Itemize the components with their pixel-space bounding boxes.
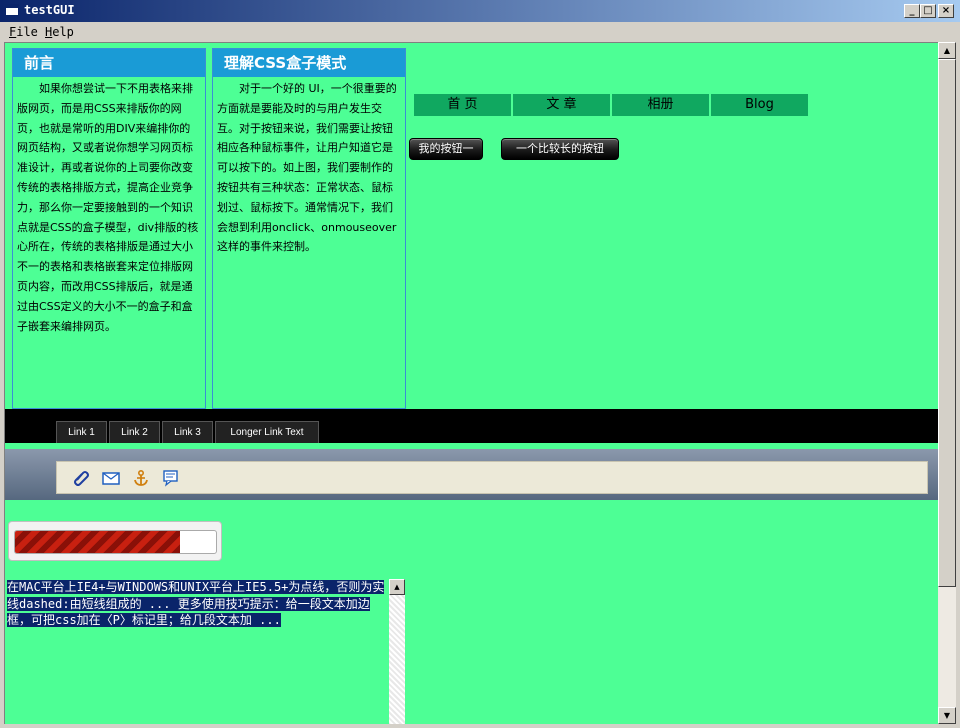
paperclip-icon[interactable] — [72, 469, 90, 487]
scroll-thumb[interactable] — [938, 59, 956, 587]
menu-bar: File Help — [0, 22, 960, 42]
comment-icon[interactable] — [162, 469, 180, 487]
tab-link-1[interactable]: Link 1 — [56, 421, 107, 443]
panel-title: 前言 — [13, 49, 205, 77]
app-window-icon — [5, 4, 19, 16]
client-area: 前言 如果你想尝试一下不用表格来排版网页，而是用CSS来排版你的网页，也就是常听… — [4, 42, 938, 724]
toolbar-strip — [5, 446, 938, 500]
window-title: testGUI — [24, 3, 75, 17]
tab-link-2[interactable]: Link 2 — [109, 421, 160, 443]
tab-bar: Link 1 Link 2 Link 3 Longer Link Text — [5, 409, 938, 443]
panel-body: 对于一个好的 UI，一个很重要的方面就是要能及时的与用户发生交互。对于按钮来说，… — [217, 82, 397, 254]
menu-file[interactable]: File — [9, 25, 38, 39]
panel-title: 理解CSS盒子模式 — [213, 49, 405, 77]
menu-help[interactable]: Help — [45, 25, 74, 39]
nav-blog[interactable]: Blog — [711, 94, 808, 116]
tab-longer-link[interactable]: Longer Link Text — [215, 421, 319, 443]
scroll-up-button[interactable]: ▲ — [938, 42, 956, 59]
nav-album[interactable]: 相册 — [612, 94, 709, 116]
mail-icon[interactable] — [102, 469, 120, 487]
my-button-one[interactable]: 我的按钮一 — [409, 138, 483, 160]
title-bar: testGUI _ □ × — [0, 0, 960, 22]
maximize-button[interactable]: □ — [920, 4, 936, 18]
scroll-up-arrow-icon[interactable]: ▲ — [389, 579, 405, 595]
nav-articles[interactable]: 文 章 — [513, 94, 610, 116]
long-button[interactable]: 一个比较长的按钮 — [501, 138, 619, 160]
tab-link-3[interactable]: Link 3 — [162, 421, 213, 443]
text-area-scrollbar[interactable]: ▲ — [389, 579, 405, 724]
panel-body: 如果你想尝试一下不用表格来排版网页，而是用CSS来排版你的网页，也就是常听的用D… — [17, 82, 199, 333]
nav-home[interactable]: 首 页 — [414, 94, 511, 116]
progress-fill — [15, 531, 180, 553]
panel-preface: 前言 如果你想尝试一下不用表格来排版网页，而是用CSS来排版你的网页，也就是常听… — [12, 48, 206, 409]
progress-track — [14, 530, 217, 554]
scroll-down-button[interactable]: ▼ — [938, 707, 956, 724]
icon-toolbar — [56, 461, 928, 494]
close-button[interactable]: × — [938, 4, 954, 18]
text-area[interactable]: 在MAC平台上IE4+与WINDOWS和UNIX平台上IE5.5+为点线，否则为… — [7, 579, 405, 724]
panel-css-box-model: 理解CSS盒子模式 对于一个好的 UI，一个很重要的方面就是要能及时的与用户发生… — [212, 48, 406, 409]
vertical-scrollbar[interactable]: ▲ ▼ — [938, 42, 956, 724]
progress-widget — [8, 521, 222, 561]
minimize-button[interactable]: _ — [904, 4, 920, 18]
anchor-icon[interactable] — [132, 469, 150, 487]
text-area-content: 在MAC平台上IE4+与WINDOWS和UNIX平台上IE5.5+为点线，否则为… — [7, 580, 385, 627]
